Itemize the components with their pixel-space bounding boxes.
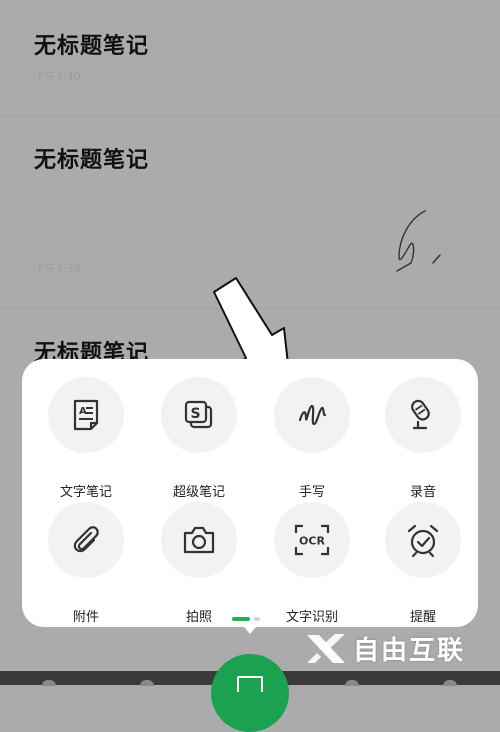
handwriting-icon — [298, 404, 327, 426]
tool-handwriting[interactable]: 手写 — [257, 377, 367, 500]
tool-camera[interactable]: 拍照 — [144, 502, 254, 625]
svg-text:S: S — [191, 406, 201, 422]
camera-icon — [183, 526, 215, 554]
create-fab-button[interactable] — [211, 654, 289, 732]
tool-label: 超级笔记 — [172, 485, 225, 500]
watermark-x-icon — [307, 634, 345, 663]
tool-reminder[interactable]: 提醒 — [368, 502, 478, 625]
svg-text:A: A — [79, 406, 87, 417]
ocr-icon: OCR — [294, 524, 330, 556]
microphone-icon — [411, 399, 430, 430]
super-note-icon: S — [184, 400, 213, 429]
text-note-icon: A — [73, 399, 99, 431]
tool-label: 提醒 — [409, 610, 436, 625]
note-time: 下午4:40 — [34, 70, 81, 83]
ocr-glyph: OCR — [299, 535, 325, 548]
note-time: 下午4:38 — [34, 262, 81, 275]
paperclip-icon — [73, 526, 99, 553]
watermark-logo: 自由互联 — [305, 628, 495, 668]
tool-icon-circle — [161, 502, 237, 578]
tool-icon-circle — [385, 377, 461, 453]
tool-label: 文字识别 — [285, 610, 338, 625]
create-icon — [237, 676, 263, 692]
note-item[interactable]: 无标题笔记 下午4:40 — [0, 0, 500, 115]
tool-icon-circle: OCR — [274, 502, 350, 578]
create-menu-sheet: A 文字笔记 S 超级笔记 手写 录音 附件 拍照 OCR 文字识别 提醒 — [22, 359, 478, 627]
tool-label: 文字笔记 — [59, 485, 112, 500]
tool-label: 录音 — [409, 485, 436, 500]
tool-label: 手写 — [298, 485, 325, 500]
tool-recording[interactable]: 录音 — [368, 377, 478, 500]
tool-icon-circle — [48, 502, 124, 578]
nav-tab-icon[interactable] — [345, 680, 359, 686]
nav-tab-icon[interactable] — [42, 680, 56, 686]
tool-super-note[interactable]: S 超级笔记 — [144, 377, 254, 500]
nav-tab-icon[interactable] — [443, 680, 457, 686]
tool-label: 拍照 — [185, 610, 212, 625]
note-title: 无标题笔记 — [34, 34, 150, 59]
tool-text-note[interactable]: A 文字笔记 — [31, 377, 141, 500]
tool-icon-circle — [274, 377, 350, 453]
tool-attachment[interactable]: 附件 — [31, 502, 141, 625]
tool-ocr[interactable]: OCR 文字识别 — [257, 502, 367, 625]
alarm-clock-icon — [407, 524, 439, 558]
watermark-text: 自由互联 — [353, 635, 466, 666]
note-title: 无标题笔记 — [34, 148, 150, 173]
tool-label: 附件 — [72, 610, 99, 625]
tool-icon-circle: A — [48, 377, 124, 453]
sheet-pointer — [239, 621, 261, 634]
handwriting-thumbnail — [396, 210, 441, 272]
tool-icon-circle — [385, 502, 461, 578]
nav-tab-icon[interactable] — [140, 680, 154, 686]
tool-icon-circle: S — [161, 377, 237, 453]
